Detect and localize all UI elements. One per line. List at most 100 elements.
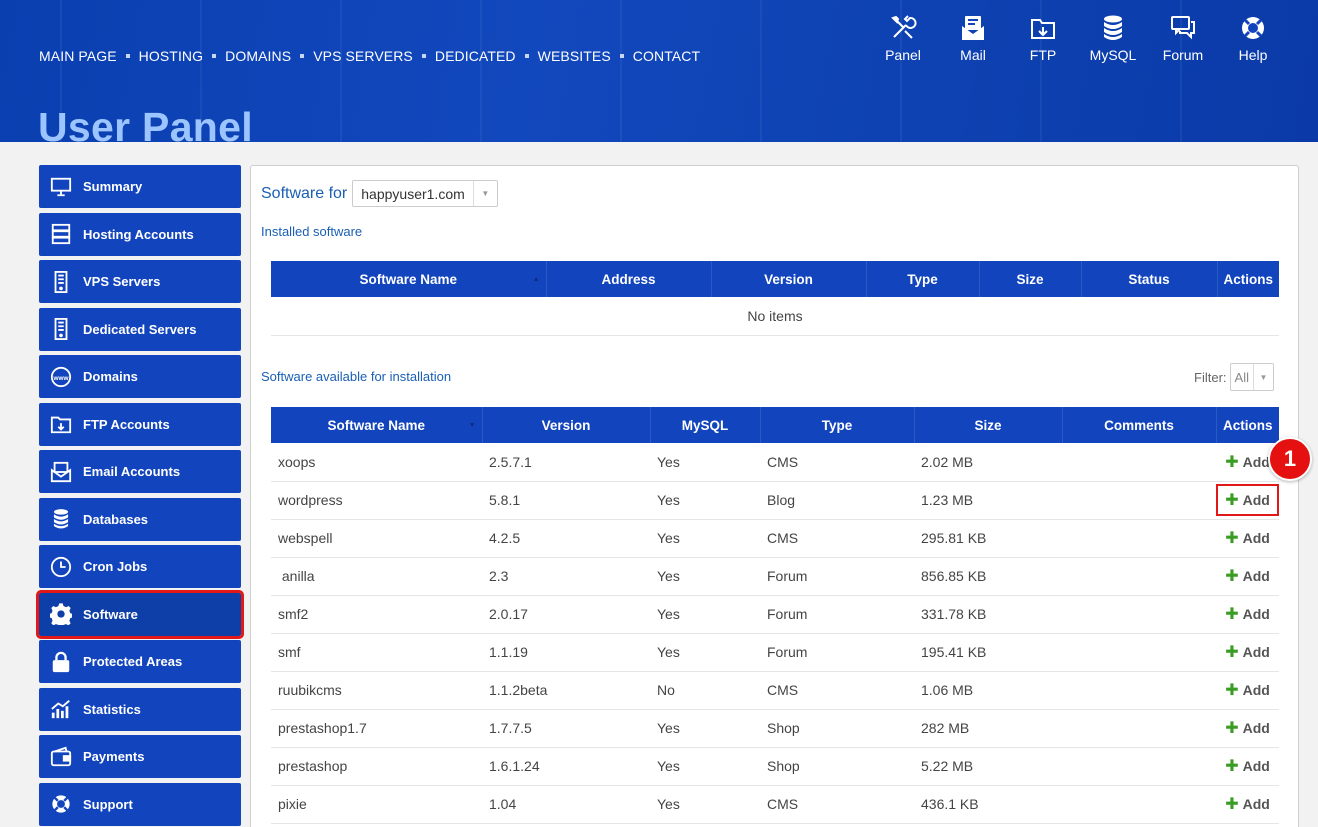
sidebar-item-protected-areas[interactable]: Protected Areas <box>39 640 241 683</box>
add-button[interactable]: ✚ Add <box>1225 566 1270 586</box>
add-button[interactable]: ✚ Add <box>1225 680 1270 700</box>
cell-size: 856.85 KB <box>914 557 1062 596</box>
tool-help[interactable]: Help <box>1218 14 1288 63</box>
sidebar-item-label: Email Accounts <box>83 464 181 479</box>
sidebar-item-dedicated-servers[interactable]: Dedicated Servers <box>39 307 241 351</box>
sidebar-item-label: Support <box>83 796 133 812</box>
column-header-type[interactable]: Type <box>866 261 980 297</box>
tool-ftp[interactable]: FTP <box>1008 14 1078 63</box>
mail-icon <box>959 14 987 42</box>
tool-forum[interactable]: Forum <box>1148 14 1218 63</box>
nav-separator <box>125 54 130 58</box>
column-header-status[interactable]: Status <box>1081 261 1218 297</box>
add-button[interactable]: ✚ Add <box>1225 642 1270 662</box>
column-header-version[interactable]: Version <box>711 261 867 297</box>
column-header-label: Software Name <box>359 271 458 287</box>
cell-name: ruubikcms <box>271 671 482 710</box>
cell-size: 295.81 KB <box>914 519 1062 558</box>
column-header-size[interactable]: Size <box>979 261 1082 297</box>
plus-icon: ✚ <box>1225 453 1239 471</box>
tool-label: Forum <box>1162 47 1204 63</box>
add-button[interactable]: ✚ Add <box>1225 718 1270 738</box>
sidebar-item-summary[interactable]: Summary <box>39 165 241 208</box>
sort-asc-icon: ▲ <box>532 276 540 283</box>
cell-type: Blog <box>760 481 914 520</box>
tool-mysql[interactable]: MySQL <box>1078 14 1148 63</box>
sidebar-item-cron-jobs[interactable]: Cron Jobs <box>39 545 241 588</box>
sidebar-item-hosting-accounts[interactable]: Hosting Accounts <box>39 212 241 256</box>
nav-link-dedicated[interactable]: DEDICATED <box>435 48 516 64</box>
chart-icon <box>49 697 73 721</box>
nav-link-websites[interactable]: WEBSITES <box>538 48 611 64</box>
add-button[interactable]: ✚ Add <box>1216 484 1279 516</box>
column-header-label: Type <box>821 417 853 433</box>
column-header-size[interactable]: Size <box>914 407 1063 443</box>
vps-icon <box>49 270 73 294</box>
cell-mysql: Yes <box>650 519 760 558</box>
sidebar-item-domains[interactable]: www Domains <box>39 355 241 398</box>
software-for-selector: Software for happyuser1.com ▼ <box>261 180 498 207</box>
tool-label: MySQL <box>1089 47 1137 63</box>
sidebar-item-databases[interactable]: Databases <box>39 497 241 541</box>
column-header-type[interactable]: Type <box>760 407 915 443</box>
add-label: Add <box>1242 644 1270 660</box>
plus-icon: ✚ <box>1225 492 1239 509</box>
cell-type: CMS <box>760 671 914 710</box>
add-label: Add <box>1242 606 1270 622</box>
filter-select[interactable]: All ▼ <box>1229 363 1274 391</box>
cell-comments <box>1062 709 1216 748</box>
chevron-down-icon: ▼ <box>472 181 497 206</box>
clock-icon <box>49 555 73 579</box>
sidebar-item-support[interactable]: Support <box>39 782 241 826</box>
add-button[interactable]: ✚ Add <box>1225 794 1270 814</box>
add-button[interactable]: ✚ Add <box>1225 756 1270 776</box>
cell-type: Forum <box>760 633 914 672</box>
tool-panel[interactable]: Panel <box>868 14 938 63</box>
chevron-down-icon: ▼ <box>1253 364 1273 390</box>
nav-link-main-page[interactable]: MAIN PAGE <box>39 48 117 64</box>
cell-mysql: Yes <box>650 481 760 520</box>
nav-link-vps-servers[interactable]: VPS SERVERS <box>313 48 413 64</box>
domain-select[interactable]: happyuser1.com ▼ <box>352 180 498 207</box>
column-header-version[interactable]: Version <box>482 407 651 443</box>
cell-name: prestashop <box>271 747 482 786</box>
sidebar-item-ftp-accounts[interactable]: FTP Accounts <box>39 402 241 446</box>
forum-icon <box>1169 14 1197 42</box>
add-button[interactable]: ✚ Add <box>1225 604 1270 624</box>
nav-link-domains[interactable]: DOMAINS <box>225 48 291 64</box>
column-header-actions[interactable]: Actions <box>1216 407 1279 443</box>
column-header-label: Address <box>601 271 656 287</box>
add-label: Add <box>1242 796 1270 812</box>
sidebar-item-statistics[interactable]: Statistics <box>39 687 241 731</box>
column-header-software-name[interactable]: Software Name ▲ <box>271 261 547 297</box>
cell-type: Forum <box>760 595 914 634</box>
available-software-table: Software Name ▼ Version MySQL Type Size Commen… <box>271 407 1279 824</box>
sidebar-item-label: FTP Accounts <box>83 416 170 432</box>
sidebar-item-payments[interactable]: Payments <box>39 735 241 778</box>
add-button[interactable]: ✚ Add <box>1225 528 1270 548</box>
sidebar-item-email-accounts[interactable]: Email Accounts <box>39 450 241 493</box>
sidebar-item-vps-servers[interactable]: VPS Servers <box>39 260 241 303</box>
add-button[interactable]: ✚ Add <box>1225 452 1270 472</box>
tool-label: Panel <box>885 47 921 63</box>
installed-software-label: Installed software <box>261 224 363 239</box>
cell-version: 5.8.1 <box>482 481 650 520</box>
add-label: Add <box>1242 758 1270 774</box>
column-header-software-name[interactable]: Software Name ▼ <box>271 407 483 443</box>
column-header-address[interactable]: Address <box>546 261 712 297</box>
column-header-comments[interactable]: Comments <box>1062 407 1217 443</box>
cell-mysql: Yes <box>650 785 760 824</box>
site-header: MAIN PAGE HOSTING DOMAINS VPS SERVERS DEDICA… <box>0 0 1318 142</box>
step-badge: 1 <box>1268 437 1312 481</box>
nav-link-contact[interactable]: CONTACT <box>633 48 700 64</box>
sidebar-item-software[interactable]: Software <box>36 589 244 639</box>
column-header-mysql[interactable]: MySQL <box>650 407 761 443</box>
tool-mail[interactable]: Mail <box>938 14 1008 63</box>
column-header-label: Actions <box>1223 271 1273 287</box>
sort-desc-icon: ▼ <box>468 422 476 429</box>
column-header-actions[interactable]: Actions <box>1217 261 1279 297</box>
filter-label: Filter: <box>1194 369 1227 385</box>
sidebar-item-label: Domains <box>83 369 138 384</box>
available-software-label: Software available for installation <box>261 369 452 384</box>
nav-link-hosting[interactable]: HOSTING <box>139 48 203 64</box>
